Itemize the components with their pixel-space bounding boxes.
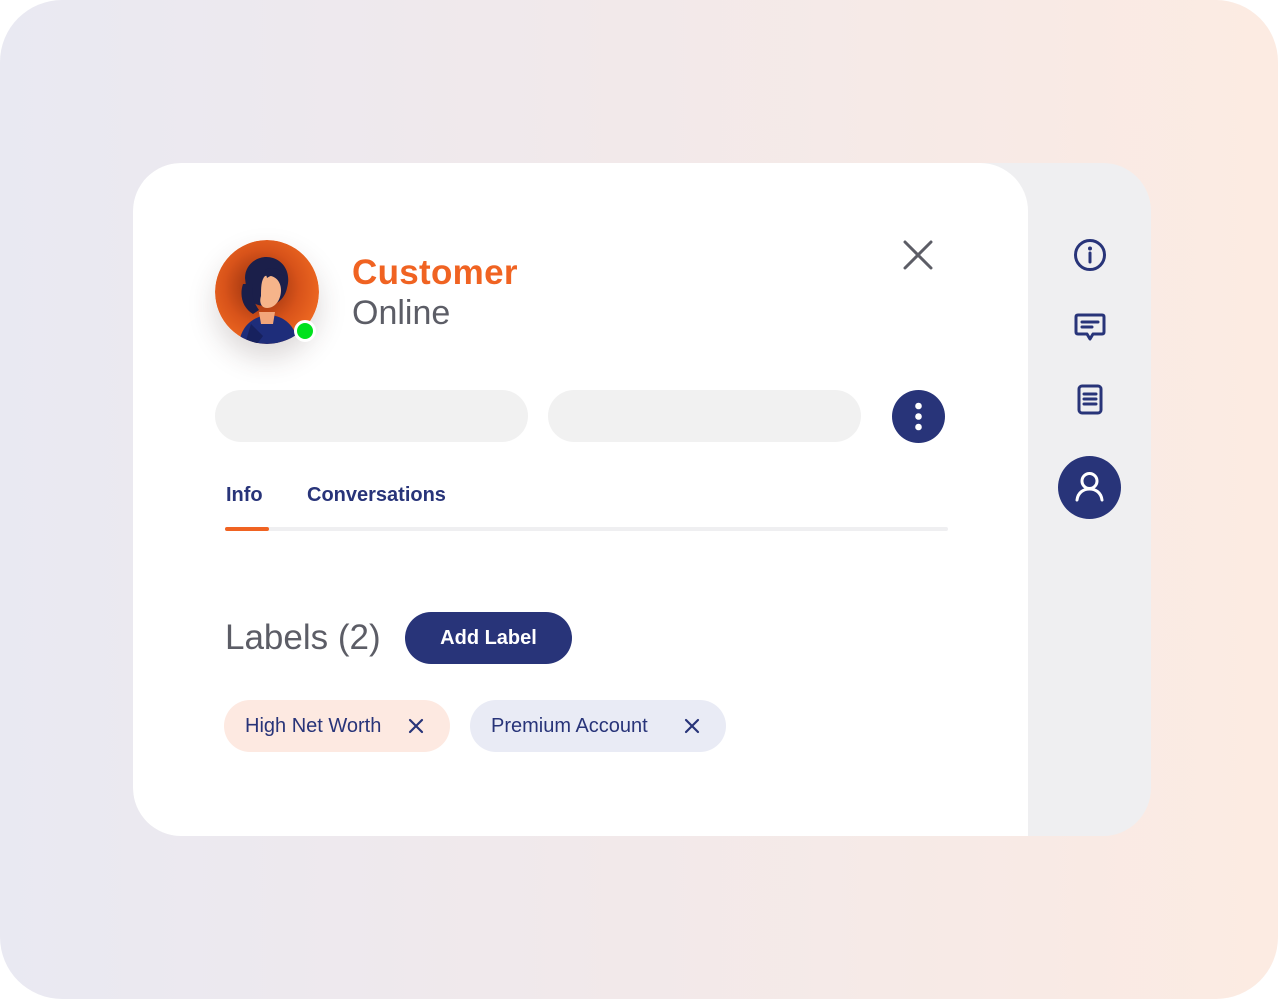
avatar — [215, 240, 319, 344]
more-options-button[interactable] — [892, 390, 945, 443]
contact-panel: Customer Online Info Conversations Label… — [133, 163, 1028, 836]
action-placeholder-2[interactable] — [548, 390, 861, 442]
label-chip-text: Premium Account — [491, 714, 648, 737]
label-chip-text: High Net Worth — [245, 714, 382, 737]
chat-icon[interactable] — [1073, 311, 1107, 345]
contact-name: Customer — [352, 253, 518, 292]
notes-icon[interactable] — [1075, 383, 1105, 417]
labels-heading: Labels (2) — [225, 618, 381, 657]
label-chip-premium-account: Premium Account — [470, 700, 726, 752]
action-placeholder-1[interactable] — [215, 390, 528, 442]
user-profile-button[interactable] — [1058, 456, 1121, 519]
close-icon — [903, 240, 933, 270]
remove-label-icon[interactable] — [682, 716, 702, 736]
label-chip-high-net-worth: High Net Worth — [224, 700, 450, 752]
add-label-button[interactable]: Add Label — [405, 612, 572, 664]
remove-label-icon[interactable] — [406, 716, 426, 736]
tab-active-indicator — [225, 527, 269, 531]
contact-card: Customer Online Info Conversations Label… — [133, 163, 1151, 836]
tab-track — [225, 527, 948, 531]
tab-info[interactable]: Info — [226, 484, 263, 507]
more-vertical-icon — [915, 402, 922, 431]
tab-conversations[interactable]: Conversations — [307, 484, 446, 507]
close-button[interactable] — [898, 235, 938, 275]
contact-status: Online — [352, 294, 451, 332]
user-icon — [1075, 472, 1104, 502]
online-status-dot — [294, 320, 316, 342]
info-icon[interactable] — [1073, 238, 1107, 272]
